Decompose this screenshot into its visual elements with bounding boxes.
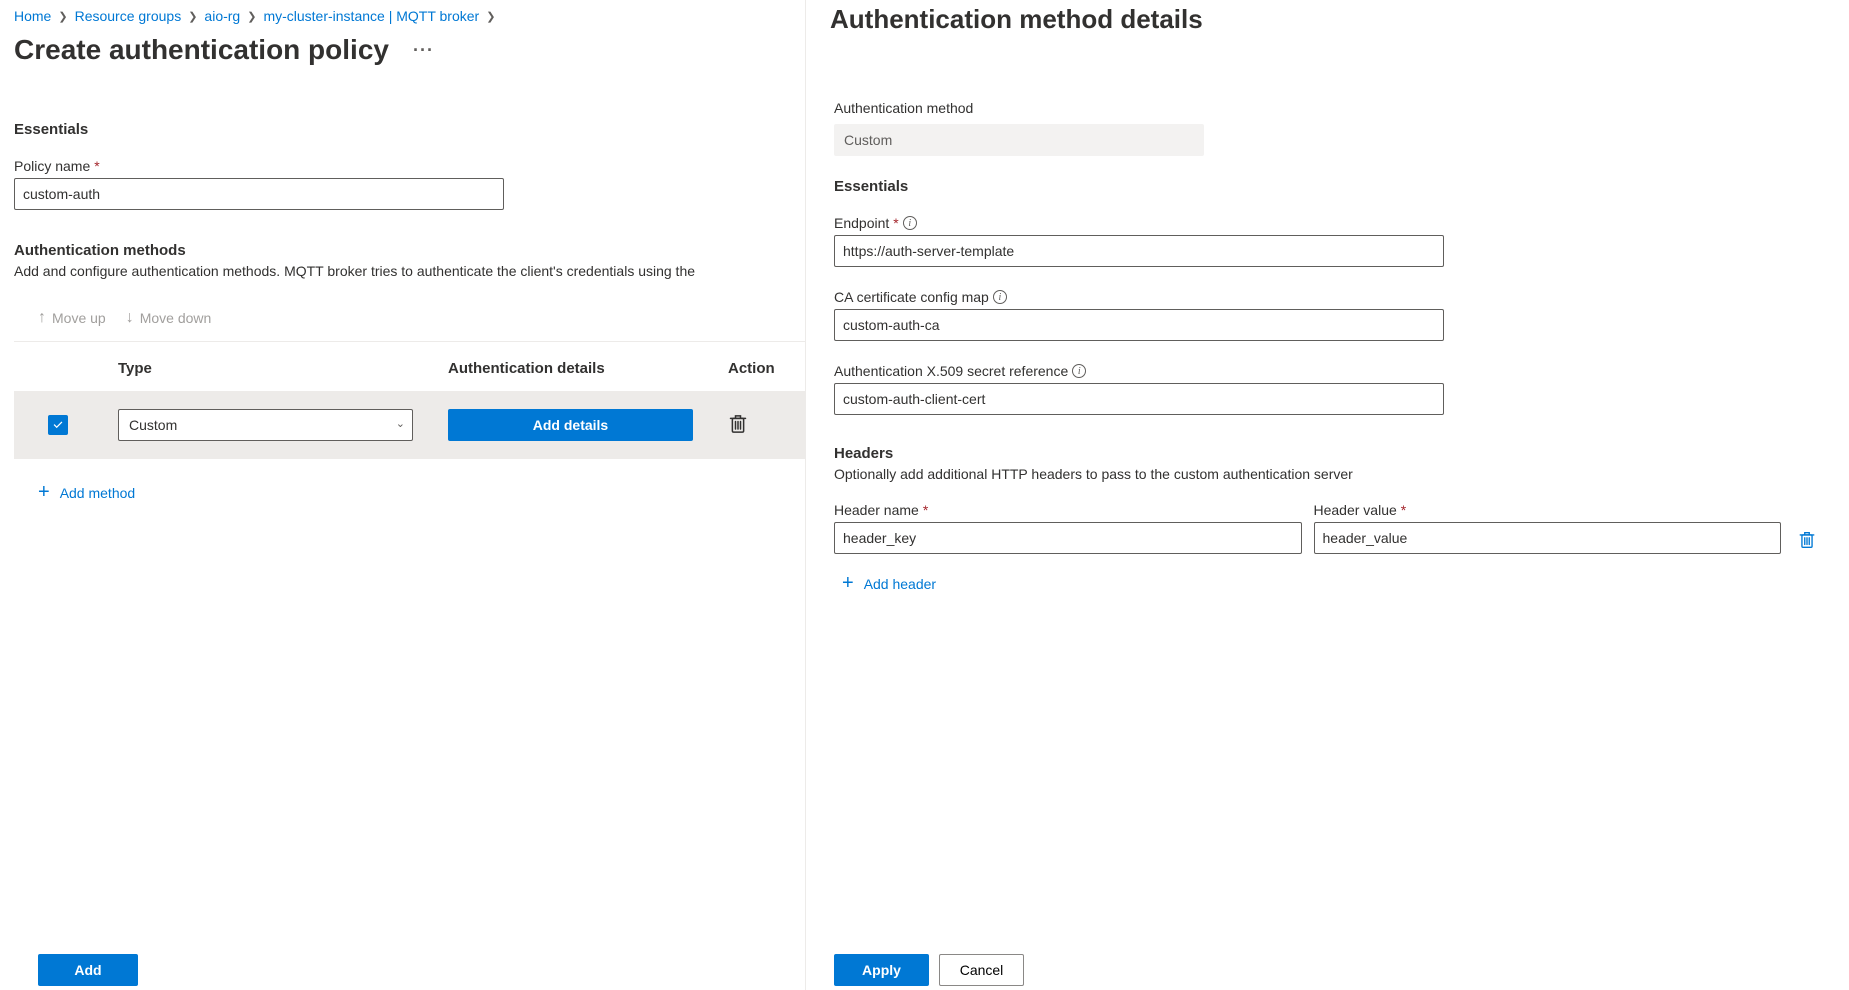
main-pane: Home ❯ Resource groups ❯ aio-rg ❯ my-clu… [0, 0, 805, 990]
apply-button[interactable]: Apply [834, 954, 929, 986]
methods-table: Type Authentication details Action Custo… [14, 342, 805, 459]
delete-icon[interactable] [1798, 531, 1816, 549]
details-panel: Authentication method details Authentica… [805, 0, 1849, 990]
panel-title: Authentication method details [830, 4, 1821, 35]
headers-heading: Headers [834, 445, 1821, 462]
header-name-input[interactable] [834, 522, 1302, 554]
type-select[interactable]: Custom ⌄ [118, 409, 413, 441]
delete-icon[interactable] [728, 414, 748, 434]
page-title: Create authentication policy [14, 34, 389, 66]
header-row: Header name* Header value* [834, 502, 1821, 554]
page-title-row: Create authentication policy ··· [14, 34, 805, 66]
policy-name-input[interactable] [14, 178, 504, 210]
header-value-label: Header value* [1314, 502, 1782, 518]
add-header-button[interactable]: + Add header [842, 572, 1821, 595]
move-down-button[interactable]: ↓ Move down [126, 309, 212, 327]
row-checkbox[interactable] [48, 415, 68, 435]
add-button[interactable]: Add [38, 954, 138, 986]
cancel-button[interactable]: Cancel [939, 954, 1024, 986]
table-header: Type Authentication details Action [14, 342, 805, 391]
arrow-down-icon: ↓ [126, 309, 134, 327]
auth-methods-description: Add and configure authentication methods… [14, 263, 805, 279]
chevron-icon: ❯ [247, 10, 256, 23]
th-type: Type [118, 360, 448, 377]
endpoint-input[interactable] [834, 235, 1444, 267]
breadcrumb-home[interactable]: Home [14, 8, 51, 24]
chevron-icon: ❯ [188, 10, 197, 23]
policy-name-label: Policy name* [14, 158, 805, 174]
th-details: Authentication details [448, 360, 728, 377]
breadcrumb-instance[interactable]: my-cluster-instance | MQTT broker [263, 8, 479, 24]
add-details-button[interactable]: Add details [448, 409, 693, 441]
more-actions-button[interactable]: ··· [407, 38, 440, 63]
breadcrumb-rg[interactable]: aio-rg [204, 8, 240, 24]
auth-method-label: Authentication method [834, 100, 1821, 116]
auth-methods-heading: Authentication methods [14, 242, 805, 259]
endpoint-label: Endpoint* i [834, 215, 1821, 231]
info-icon[interactable]: i [903, 216, 917, 230]
move-up-button[interactable]: ↑ Move up [38, 309, 106, 327]
header-value-input[interactable] [1314, 522, 1782, 554]
chevron-icon: ❯ [58, 10, 67, 23]
panel-essentials-heading: Essentials [834, 178, 1821, 195]
add-method-button[interactable]: + Add method [38, 481, 805, 504]
breadcrumb: Home ❯ Resource groups ❯ aio-rg ❯ my-clu… [14, 8, 805, 24]
auth-method-value [834, 124, 1204, 156]
move-controls: ↑ Move up ↓ Move down [14, 301, 805, 342]
arrow-up-icon: ↑ [38, 309, 46, 327]
info-icon[interactable]: i [993, 290, 1007, 304]
x509-label: Authentication X.509 secret reference i [834, 363, 1821, 379]
check-icon [51, 418, 65, 432]
plus-icon: + [38, 481, 50, 504]
x509-input[interactable] [834, 383, 1444, 415]
breadcrumb-resource-groups[interactable]: Resource groups [75, 8, 182, 24]
table-row: Custom ⌄ Add details [14, 391, 805, 459]
ca-label: CA certificate config map i [834, 289, 1821, 305]
plus-icon: + [842, 572, 854, 595]
headers-description: Optionally add additional HTTP headers t… [834, 466, 1821, 482]
ca-input[interactable] [834, 309, 1444, 341]
header-name-label: Header name* [834, 502, 1302, 518]
th-action: Action [728, 360, 805, 377]
chevron-icon: ❯ [486, 10, 495, 23]
info-icon[interactable]: i [1072, 364, 1086, 378]
essentials-heading: Essentials [14, 121, 805, 138]
